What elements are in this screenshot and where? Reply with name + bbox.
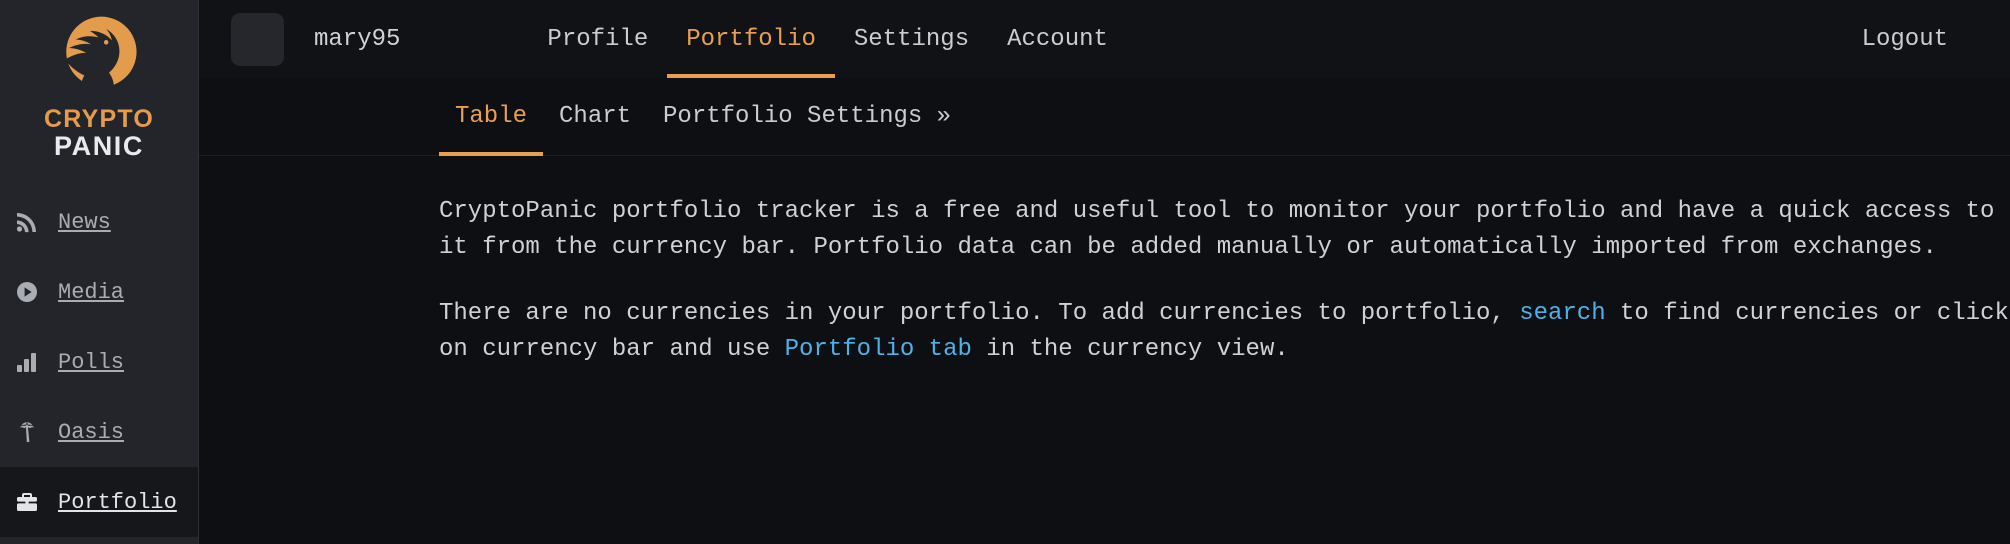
main-content: CryptoPanic portfolio tracker is a free … bbox=[199, 156, 2010, 544]
brand-line-2: PANIC bbox=[53, 130, 144, 161]
header-nav: Profile Portfolio Settings Account bbox=[528, 0, 1127, 78]
rss-icon bbox=[14, 210, 40, 234]
sidebar-item-label: Portfolio bbox=[58, 489, 177, 515]
brand-wordmark: CRYPTO PANIC bbox=[44, 105, 154, 161]
search-link[interactable]: search bbox=[1519, 300, 1605, 327]
sidebar-item-oasis[interactable]: Oasis bbox=[0, 397, 198, 467]
sidebar-item-portfolio[interactable]: Portfolio bbox=[0, 467, 198, 538]
sidebar-item-label: Media bbox=[58, 279, 125, 305]
tab-chart[interactable]: Chart bbox=[543, 78, 647, 156]
content-area: mary95 Profile Portfolio Settings Accoun… bbox=[199, 0, 2010, 544]
avatar[interactable] bbox=[231, 12, 284, 66]
bar-chart-icon bbox=[14, 350, 40, 374]
sidebar-item-label: Polls bbox=[58, 349, 125, 375]
empty-state-text-part-1: There are no currencies in your portfoli… bbox=[439, 300, 1520, 327]
tab-portfolio-settings[interactable]: Portfolio Settings » bbox=[647, 78, 967, 156]
portfolio-tab-link[interactable]: Portfolio tab bbox=[785, 336, 972, 363]
sidebar: CRYPTO PANIC News Media Polls Oasis Port… bbox=[0, 0, 199, 544]
sidebar-item-news[interactable]: News bbox=[0, 187, 198, 257]
logout-link[interactable]: Logout bbox=[1862, 26, 1948, 53]
sidebar-nav: News Media Polls Oasis Portfolio bbox=[0, 187, 198, 538]
top-header: mary95 Profile Portfolio Settings Accoun… bbox=[199, 0, 2010, 78]
play-circle-icon bbox=[14, 280, 40, 304]
empty-state-text-part-3: in the currency view. bbox=[971, 336, 1289, 363]
username-label: mary95 bbox=[314, 25, 401, 53]
header-nav-account[interactable]: Account bbox=[988, 0, 1127, 78]
sidebar-item-media[interactable]: Media bbox=[0, 257, 198, 327]
brand-line-1: CRYPTO bbox=[44, 105, 154, 133]
header-nav-portfolio[interactable]: Portfolio bbox=[667, 0, 835, 78]
empty-state-paragraph: There are no currencies in your portfoli… bbox=[439, 296, 2010, 368]
app-root: CRYPTO PANIC News Media Polls Oasis Port… bbox=[0, 0, 2010, 544]
header-nav-settings[interactable]: Settings bbox=[835, 0, 988, 78]
header-nav-profile[interactable]: Profile bbox=[528, 0, 667, 78]
intro-paragraph: CryptoPanic portfolio tracker is a free … bbox=[439, 198, 2009, 261]
wolf-howling-icon bbox=[64, 16, 137, 92]
sidebar-item-polls[interactable]: Polls bbox=[0, 327, 198, 397]
briefcase-icon bbox=[14, 490, 40, 514]
tab-table[interactable]: Table bbox=[439, 78, 544, 156]
sidebar-item-label: Oasis bbox=[58, 419, 125, 445]
sidebar-item-label: News bbox=[58, 209, 111, 235]
palm-tree-icon bbox=[14, 420, 40, 444]
portfolio-tabbar: Table Chart Portfolio Settings » bbox=[199, 78, 2010, 156]
brand-logo[interactable]: CRYPTO PANIC bbox=[0, 0, 198, 160]
